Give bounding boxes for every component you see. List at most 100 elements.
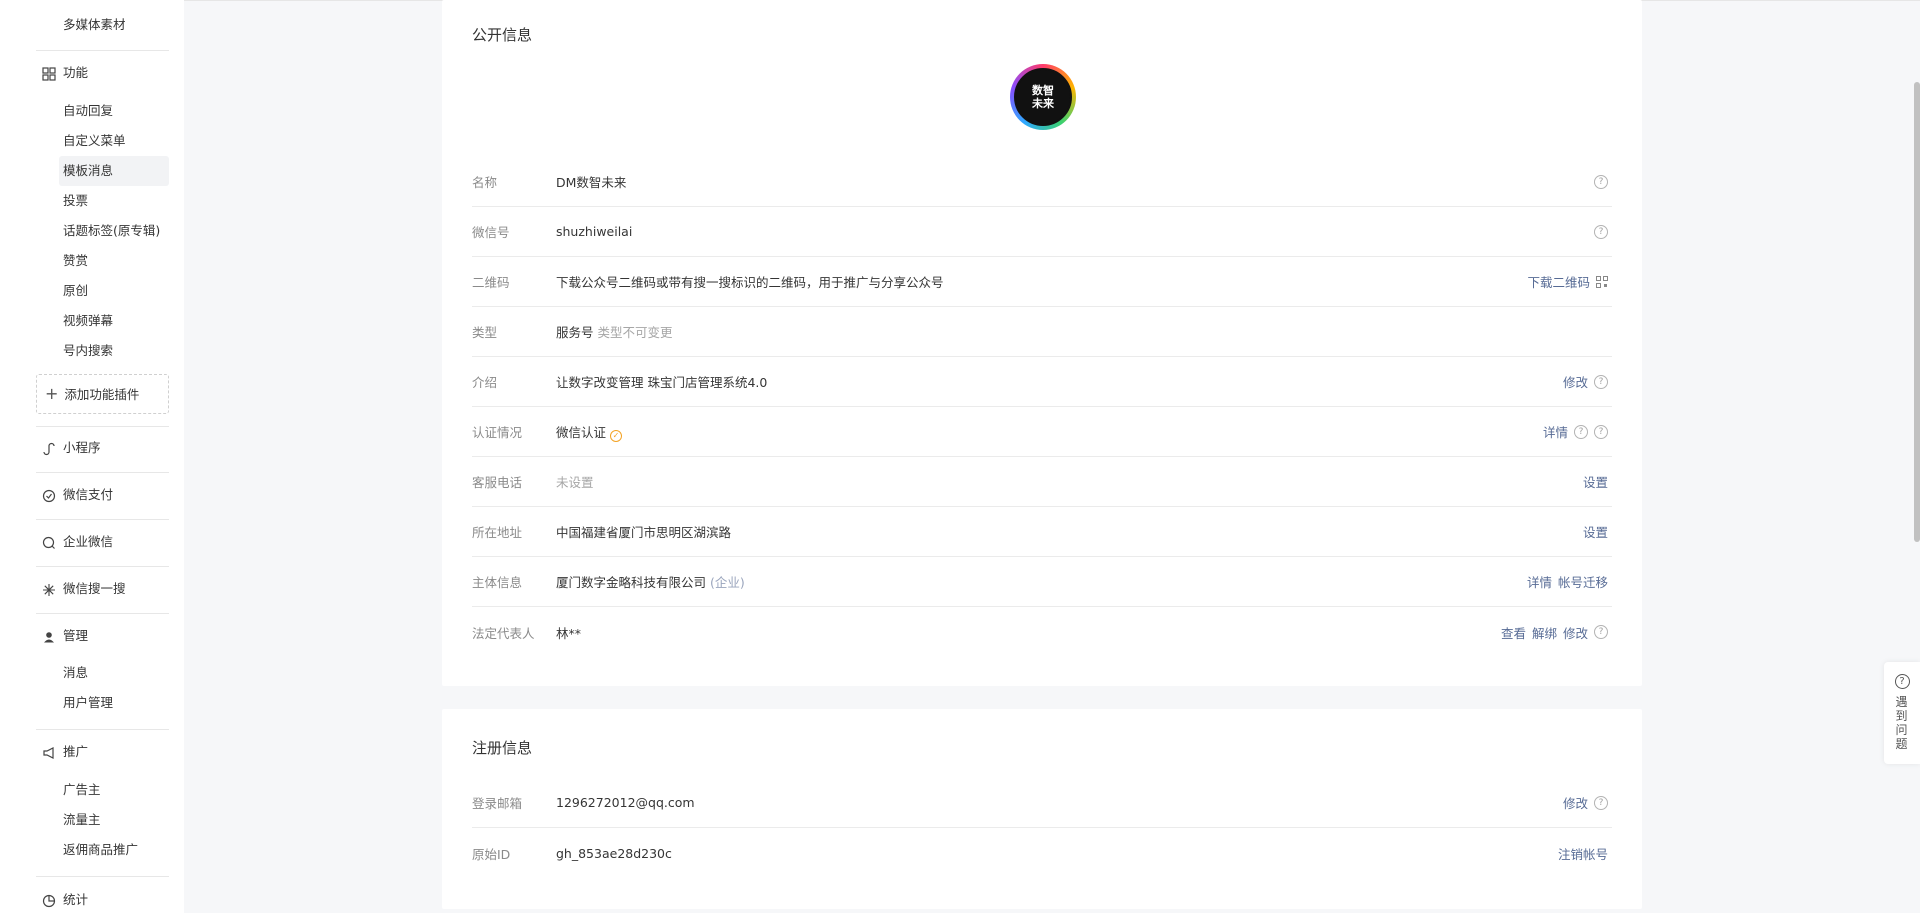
sidebar-item-custom-menu[interactable]: 自定义菜单 — [59, 126, 169, 156]
sidebar-divider — [36, 613, 169, 614]
info-row-email: 登录邮箱 1296272012@qq.com 修改 ? — [472, 778, 1612, 828]
type-note: 类型不可变更 — [597, 325, 673, 340]
section-title: 公开信息 — [472, 26, 533, 44]
sidebar-group-label: 微信搜一搜 — [63, 581, 126, 596]
info-row-verification: 认证情况 微信认证 ✓ 详情 ? ? — [472, 407, 1612, 457]
verify-details-link[interactable]: 详情 — [1543, 422, 1568, 441]
sidebar-item-reward[interactable]: 赞赏 — [59, 246, 169, 276]
add-plugin-button[interactable]: + 添加功能插件 — [36, 374, 169, 414]
row-label: 主体信息 — [472, 575, 523, 590]
help-icon[interactable]: ? — [1594, 625, 1608, 639]
row-value: DM数智未来 — [556, 175, 627, 190]
help-icon[interactable]: ? — [1594, 424, 1608, 439]
sidebar-item-messages[interactable]: 消息 — [59, 658, 169, 688]
miniprogram-icon — [42, 441, 56, 456]
verify-value: 微信认证 — [556, 424, 607, 440]
sidebar-group-miniprogram[interactable]: 小程序 — [42, 437, 101, 459]
row-value: 厦门数字金略科技有限公司 (企业) — [556, 572, 1527, 591]
help-widget[interactable]: ? 遇到问题 — [1884, 662, 1920, 764]
download-qrcode-link[interactable]: 下载二维码 — [1527, 272, 1590, 291]
row-label: 所在地址 — [472, 525, 523, 540]
sidebar-item-advertiser[interactable]: 广告主 — [59, 775, 169, 805]
sidebar-item-media[interactable]: 多媒体素材 — [59, 10, 169, 40]
megaphone-icon — [42, 745, 56, 759]
info-row-phone: 客服电话 未设置 设置 — [472, 457, 1612, 507]
sidebar-group-wecom[interactable]: 企业微信 — [42, 531, 113, 553]
pie-chart-icon — [42, 893, 56, 908]
sidebar-item-video-danmaku[interactable]: 视频弹幕 — [59, 306, 169, 336]
sidebar-item-in-account-search[interactable]: 号内搜索 — [59, 336, 169, 366]
grid-icon — [42, 66, 56, 81]
view-legal-link[interactable]: 查看 — [1501, 623, 1526, 642]
pay-icon — [42, 488, 56, 503]
row-label: 微信号 — [472, 225, 510, 240]
sidebar-divider — [36, 876, 169, 877]
sidebar-group-wechat-pay[interactable]: 微信支付 — [42, 484, 113, 506]
row-value: 微信认证 ✓ — [556, 422, 1543, 442]
sidebar-item-auto-reply[interactable]: 自动回复 — [59, 96, 169, 126]
sidebar-group-label: 小程序 — [63, 440, 101, 455]
sidebar-group-label: 推广 — [63, 744, 89, 759]
sidebar-divider — [36, 729, 169, 730]
sidebar-group-manage[interactable]: 管理 — [42, 625, 88, 647]
row-value: shuzhiweilai — [556, 224, 633, 239]
row-value: 让数字改变管理 珠宝门店管理系统4.0 — [556, 375, 768, 390]
sidebar-group-label: 管理 — [63, 628, 89, 643]
public-info-card: 公开信息 数智 未来 名称 DM数智未来 ? 微信号 shuzhiweilai ?… — [442, 0, 1642, 686]
avatar-logo-text: 数智 未来 — [1014, 68, 1072, 126]
verified-icon: ✓ — [610, 429, 623, 442]
sidebar-group-promote[interactable]: 推广 — [42, 741, 88, 763]
row-value: 中国福建省厦门市思明区湖滨路 — [556, 525, 732, 540]
row-label: 原始ID — [472, 846, 511, 862]
account-avatar: 数智 未来 — [1010, 64, 1076, 130]
info-row-intro: 介绍 让数字改变管理 珠宝门店管理系统4.0 修改 ? — [472, 357, 1612, 407]
info-row-entity: 主体信息 厦门数字金略科技有限公司 (企业) 详情 帐号迁移 — [472, 557, 1612, 607]
entity-details-link[interactable]: 详情 — [1527, 572, 1552, 591]
sidebar-group-label: 统计 — [63, 892, 89, 907]
sidebar-divider — [36, 472, 169, 473]
sidebar-group-stats[interactable]: 统计 — [42, 889, 88, 911]
row-value: 服务号 类型不可变更 — [556, 322, 1612, 341]
sidebar-item-template-message[interactable]: 模板消息 — [59, 156, 169, 186]
help-icon[interactable]: ? — [1594, 795, 1608, 810]
set-address-link[interactable]: 设置 — [1583, 522, 1608, 541]
qrcode-icon[interactable] — [1596, 275, 1608, 288]
register-info-card: 注册信息 登录邮箱 1296272012@qq.com 修改 ? 原始ID gh… — [442, 709, 1642, 909]
info-row-name: 名称 DM数智未来 ? — [472, 157, 1612, 207]
sidebar-group-features[interactable]: 功能 — [42, 62, 88, 84]
sparkle-icon — [42, 582, 56, 596]
section-title: 注册信息 — [472, 739, 533, 757]
help-icon[interactable]: ? — [1594, 174, 1608, 189]
scrollbar[interactable] — [1914, 82, 1920, 542]
info-row-original-id: 原始ID gh_853ae28d230c 注销帐号 — [472, 828, 1612, 878]
cancel-account-link[interactable]: 注销帐号 — [1558, 844, 1608, 863]
help-icon[interactable]: ? — [1594, 374, 1608, 389]
sidebar-item-original[interactable]: 原创 — [59, 276, 169, 306]
sidebar: 多媒体素材 功能 自动回复 自定义菜单 模板消息 投票 话题标签(原专辑) 赞赏… — [0, 0, 184, 913]
row-value: 下载公众号二维码或带有搜一搜标识的二维码，用于推广与分享公众号 — [556, 275, 944, 290]
edit-email-link[interactable]: 修改 — [1563, 793, 1588, 812]
sidebar-group-label: 企业微信 — [63, 534, 114, 549]
help-icon[interactable]: ? — [1594, 224, 1608, 239]
set-phone-link[interactable]: 设置 — [1583, 472, 1608, 491]
sidebar-item-topic-tags[interactable]: 话题标签(原专辑) — [59, 216, 169, 246]
sidebar-item-vote[interactable]: 投票 — [59, 186, 169, 216]
help-icon[interactable]: ? — [1574, 424, 1588, 439]
sidebar-item-user-management[interactable]: 用户管理 — [59, 688, 169, 718]
row-value: gh_853ae28d230c — [556, 845, 672, 861]
edit-intro-link[interactable]: 修改 — [1563, 372, 1588, 391]
row-label: 登录邮箱 — [472, 796, 523, 811]
unbind-legal-link[interactable]: 解绑 — [1532, 623, 1557, 642]
sidebar-item-commission-goods[interactable]: 返佣商品推广 — [59, 835, 169, 865]
info-row-address: 所在地址 中国福建省厦门市思明区湖滨路 设置 — [472, 507, 1612, 557]
sidebar-divider — [36, 426, 169, 427]
sidebar-divider — [36, 566, 169, 567]
add-plugin-label: 添加功能插件 — [64, 387, 140, 402]
edit-legal-link[interactable]: 修改 — [1563, 623, 1588, 642]
account-migrate-link[interactable]: 帐号迁移 — [1558, 572, 1608, 591]
sidebar-group-search[interactable]: 微信搜一搜 — [42, 578, 126, 600]
row-value: 林** — [556, 625, 582, 641]
row-label: 法定代表人 — [472, 625, 535, 641]
row-label: 介绍 — [472, 375, 498, 390]
sidebar-item-publisher[interactable]: 流量主 — [59, 805, 169, 835]
